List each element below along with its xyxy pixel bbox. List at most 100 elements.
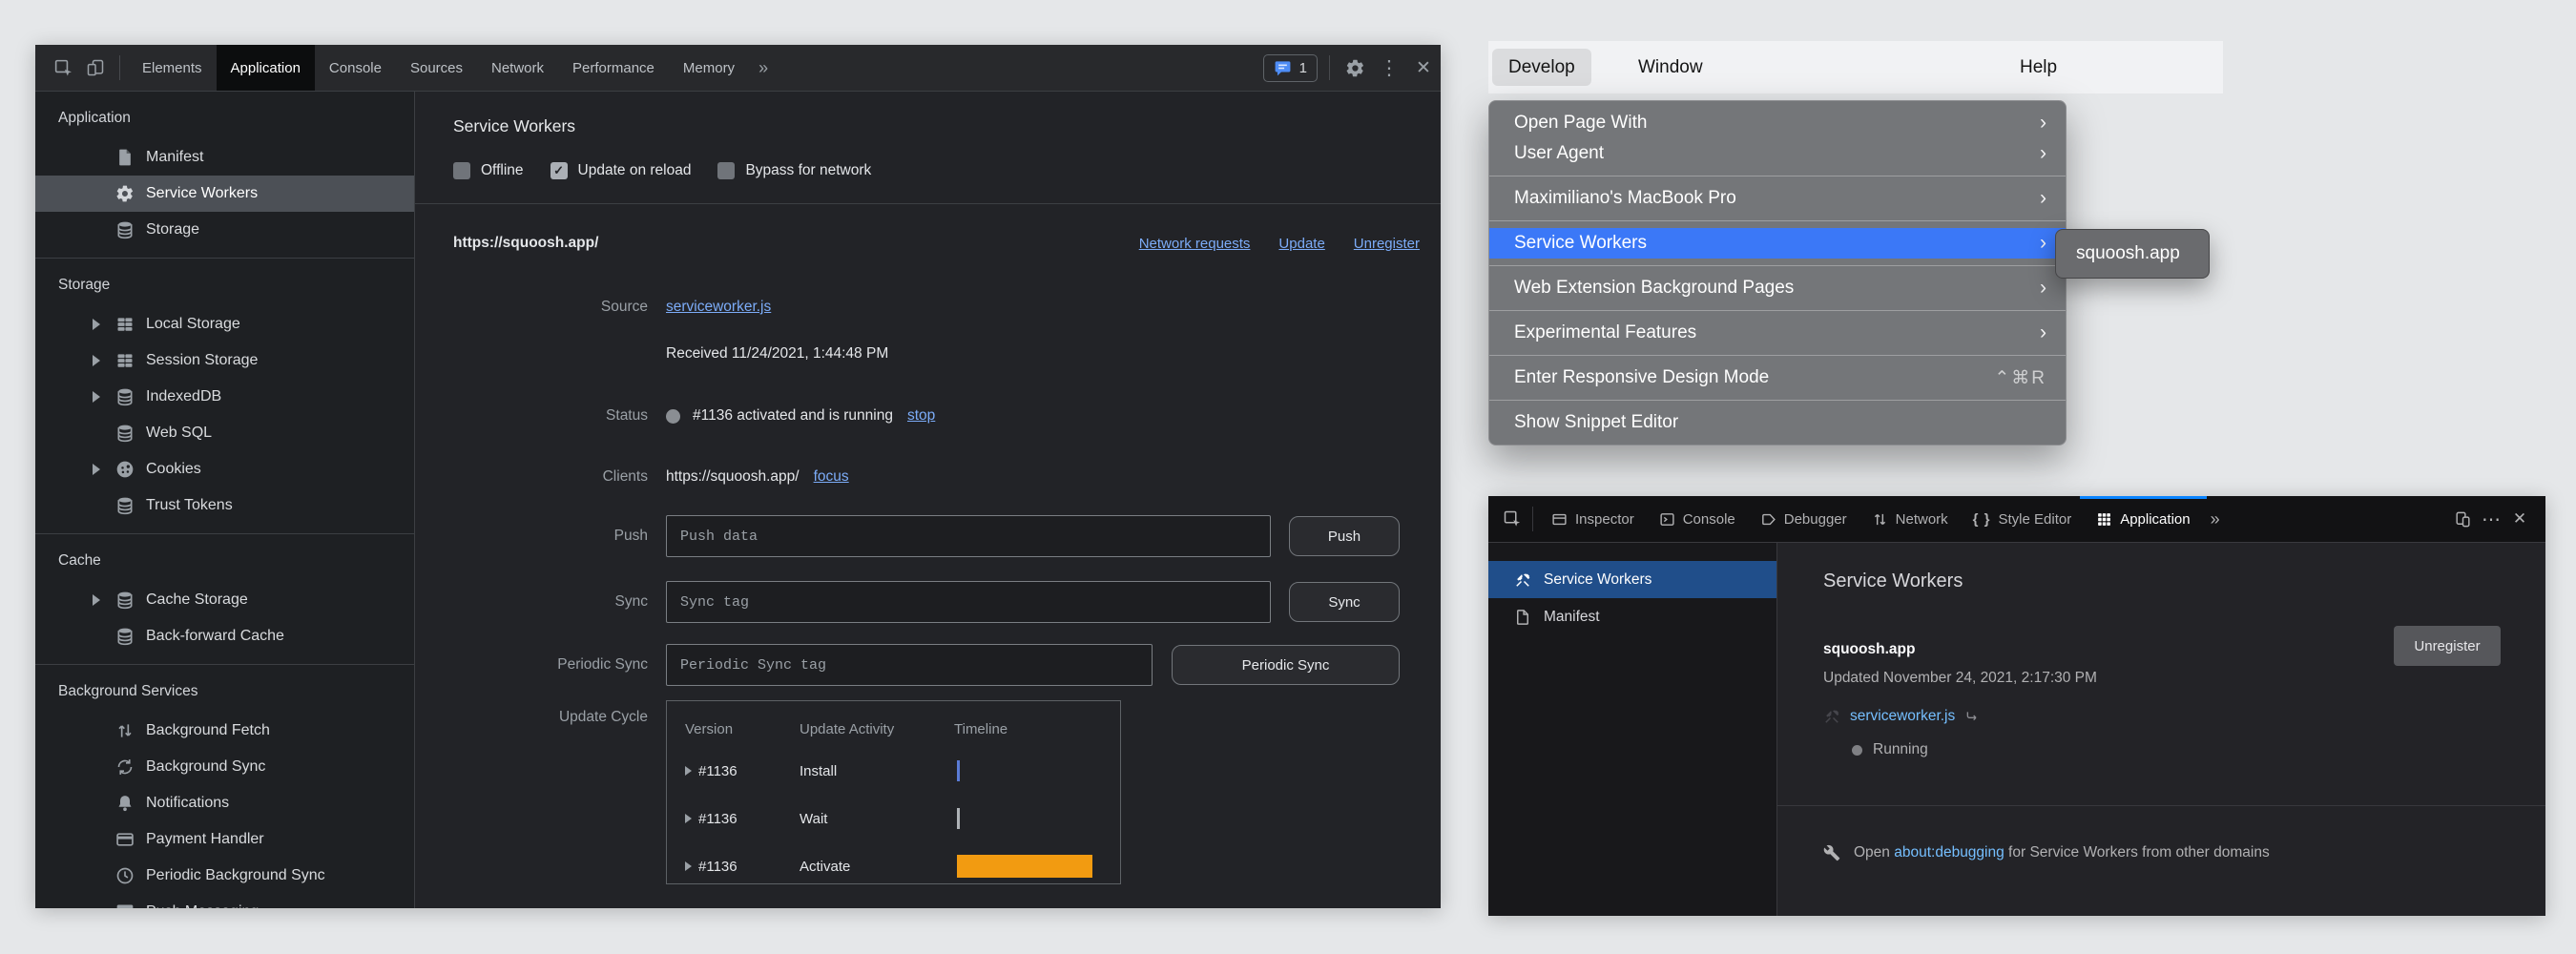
table-row-version[interactable]: #1136: [685, 807, 737, 830]
tab-inspector[interactable]: Inspector: [1539, 496, 1647, 542]
menu-item-web-extension-background-pages[interactable]: Web Extension Background Pages ›: [1489, 273, 2066, 303]
kebab-menu-icon[interactable]: ⋮: [1372, 51, 1406, 85]
sidebar-item-indexeddb[interactable]: IndexedDB: [35, 379, 414, 415]
tab-network[interactable]: Network: [1859, 496, 1961, 542]
column-header-update-activity: Update Activity: [800, 717, 894, 740]
sidebar-item-cache-storage[interactable]: Cache Storage: [35, 582, 414, 618]
expand-arrow-icon[interactable]: [93, 594, 100, 606]
source-file-link[interactable]: serviceworker.js: [666, 299, 771, 316]
bypass-for-network-checkbox[interactable]: ✓ Bypass for network: [717, 162, 871, 179]
sidebar-item-notifications[interactable]: Notifications: [35, 785, 414, 821]
offline-checkbox[interactable]: ✓ Offline: [453, 162, 524, 179]
responsive-design-mode-icon[interactable]: [2448, 505, 2477, 533]
stop-link[interactable]: stop: [907, 407, 935, 425]
sidebar-item-push-messaging[interactable]: Push Messaging: [35, 894, 414, 908]
pick-element-icon[interactable]: [1498, 505, 1527, 533]
menu-item-service-workers[interactable]: Service Workers ›: [1489, 228, 2066, 259]
sidebar-item-session-storage[interactable]: Session Storage: [35, 342, 414, 379]
meatball-menu-icon[interactable]: ⋯: [2477, 505, 2505, 533]
sidebar-item-service-workers[interactable]: Service Workers: [35, 176, 414, 212]
section-title: Cache: [35, 540, 414, 582]
sync-tag-input[interactable]: [666, 581, 1271, 623]
timeline-tick-wait: [957, 808, 960, 829]
tab-sources[interactable]: Sources: [396, 45, 477, 91]
sidebar-item-trust-tokens[interactable]: Trust Tokens: [35, 487, 414, 524]
sidebar-item-manifest[interactable]: Manifest: [1488, 598, 1776, 635]
menu-item-show-snippet-editor[interactable]: Show Snippet Editor: [1489, 407, 2066, 438]
menu-item-experimental-features[interactable]: Experimental Features ›: [1489, 318, 2066, 348]
settings-gear-icon[interactable]: [1338, 51, 1372, 85]
tab-debugger[interactable]: Debugger: [1748, 496, 1859, 542]
tab-label: Console: [1683, 511, 1735, 528]
menubar-item-develop[interactable]: Develop: [1492, 49, 1591, 86]
periodic-sync-label-row: Periodic Sync: [415, 653, 648, 677]
table-row-version[interactable]: #1136: [685, 759, 737, 782]
tab-network[interactable]: Network: [477, 45, 558, 91]
tab-console[interactable]: Console: [1647, 496, 1748, 542]
unregister-link[interactable]: Unregister: [1354, 236, 1420, 252]
sidebar-item-background-sync[interactable]: Background Sync: [35, 749, 414, 785]
focus-link[interactable]: focus: [814, 468, 849, 486]
periodic-sync-button[interactable]: Periodic Sync: [1172, 645, 1400, 685]
menu-item-label: Open Page With: [1514, 113, 2040, 134]
submenu-item-squoosh[interactable]: squoosh.app: [2076, 243, 2180, 264]
update-link[interactable]: Update: [1278, 236, 1324, 252]
network-requests-link[interactable]: Network requests: [1139, 236, 1251, 252]
about-debugging-link[interactable]: about:debugging: [1894, 844, 2005, 861]
more-tabs-icon[interactable]: »: [749, 45, 778, 91]
expand-arrow-icon[interactable]: [93, 355, 100, 366]
expand-arrow-icon[interactable]: [93, 391, 100, 403]
periodic-sync-tag-input[interactable]: [666, 644, 1153, 686]
tab-application[interactable]: Application: [217, 45, 315, 91]
sidebar-item-background-fetch[interactable]: Background Fetch: [35, 713, 414, 749]
menubar-item-help[interactable]: Help: [2004, 49, 2073, 86]
worker-script-link[interactable]: serviceworker.js: [1850, 708, 1955, 725]
close-devtools-icon[interactable]: ✕: [2505, 505, 2534, 533]
client-url: https://squoosh.app/: [666, 468, 800, 486]
table-icon: [115, 351, 135, 370]
tab-application[interactable]: Application: [2084, 496, 2202, 542]
expand-arrow-icon[interactable]: [685, 766, 692, 776]
menubar-item-window[interactable]: Window: [1622, 49, 1719, 86]
menu-item-enter-responsive-design-mode[interactable]: Enter Responsive Design Mode ⌃⌘R: [1489, 363, 2066, 393]
sidebar-item-periodic-background-sync[interactable]: Periodic Background Sync: [35, 858, 414, 894]
footer-divider: [1777, 805, 2545, 806]
tab-elements[interactable]: Elements: [128, 45, 217, 91]
sidebar-item-web-sql[interactable]: Web SQL: [35, 415, 414, 451]
update-on-reload-checkbox[interactable]: ✓ Update on reload: [551, 162, 692, 179]
sync-arrows-icon: [115, 757, 135, 777]
sync-button[interactable]: Sync: [1289, 582, 1400, 622]
menu-item-macbook-pro[interactable]: Maximiliano's MacBook Pro ›: [1489, 183, 2066, 214]
tab-memory[interactable]: Memory: [669, 45, 749, 91]
expand-arrow-icon[interactable]: [93, 464, 100, 475]
sidebar-item-label: Cookies: [146, 461, 201, 478]
push-data-input[interactable]: [666, 515, 1271, 557]
tab-style-editor[interactable]: { } Style Editor: [1961, 496, 2085, 542]
issues-counter-button[interactable]: 1: [1263, 54, 1318, 82]
received-timestamp: Received 11/24/2021, 1:44:48 PM: [666, 345, 888, 363]
close-devtools-icon[interactable]: ✕: [1406, 51, 1441, 85]
tab-performance[interactable]: Performance: [558, 45, 669, 91]
unregister-button[interactable]: Unregister: [2394, 626, 2501, 666]
sidebar-item-cookies[interactable]: Cookies: [35, 451, 414, 487]
toggle-device-toolbar-icon[interactable]: [79, 52, 112, 84]
inspect-element-icon[interactable]: [47, 52, 79, 84]
firefox-service-workers-pane: Service Workers squoosh.app Updated Nove…: [1777, 543, 2545, 916]
expand-arrow-icon[interactable]: [685, 861, 692, 871]
menu-item-user-agent[interactable]: User Agent ›: [1489, 138, 2066, 169]
expand-arrow-icon[interactable]: [685, 814, 692, 823]
push-button[interactable]: Push: [1289, 516, 1400, 556]
sidebar-item-local-storage[interactable]: Local Storage: [35, 306, 414, 342]
sidebar-item-storage[interactable]: Storage: [35, 212, 414, 248]
sidebar-item-service-workers[interactable]: Service Workers: [1488, 561, 1776, 598]
table-row-version[interactable]: #1136: [685, 855, 737, 878]
tab-console[interactable]: Console: [315, 45, 396, 91]
menu-item-open-page-with[interactable]: Open Page With ›: [1489, 108, 2066, 138]
sidebar-item-manifest[interactable]: Manifest: [35, 139, 414, 176]
document-icon: [1514, 609, 1531, 626]
sidebar-item-payment-handler[interactable]: Payment Handler: [35, 821, 414, 858]
more-tabs-icon[interactable]: »: [2203, 509, 2228, 529]
database-icon: [115, 387, 135, 406]
expand-arrow-icon[interactable]: [93, 319, 100, 330]
sidebar-item-back-forward-cache[interactable]: Back-forward Cache: [35, 618, 414, 654]
